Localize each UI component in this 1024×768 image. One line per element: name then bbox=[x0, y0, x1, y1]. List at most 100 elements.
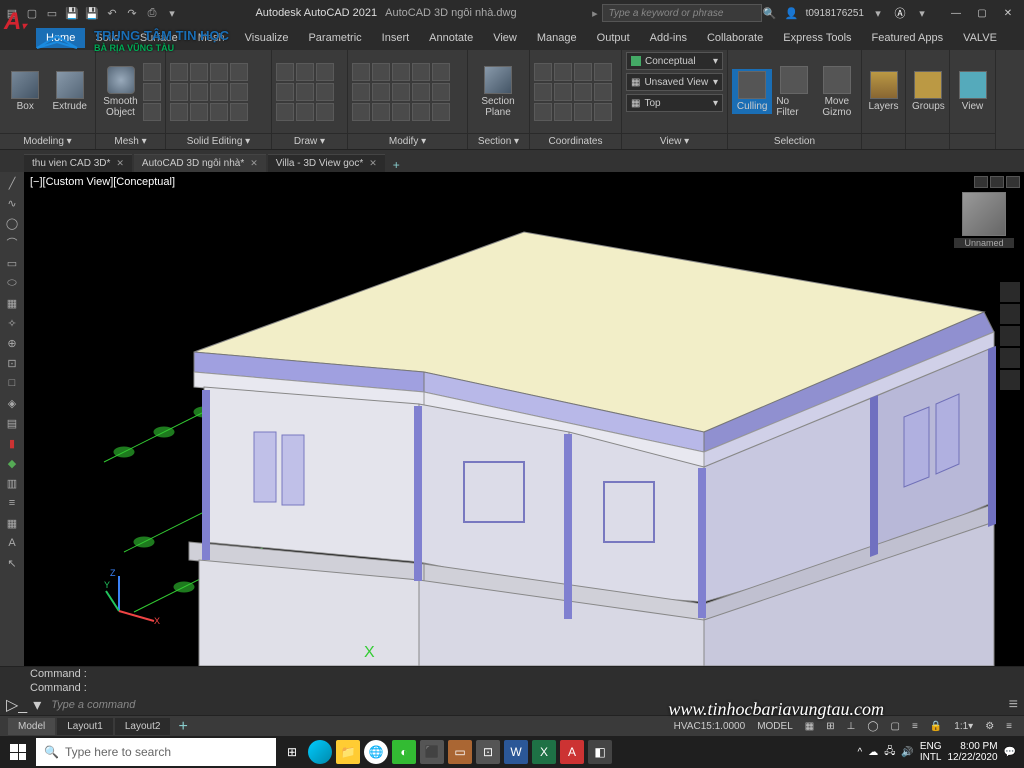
tool-icon[interactable] bbox=[594, 63, 612, 81]
ribbon-tab-valve[interactable]: VALVE bbox=[953, 28, 1007, 48]
document-tab[interactable]: Villa - 3D View goc*✕ bbox=[268, 154, 385, 172]
arc-tool-icon[interactable]: ⌒ bbox=[2, 234, 22, 252]
redo-icon[interactable]: ↷ bbox=[124, 5, 140, 21]
onedrive-icon[interactable]: ☁ bbox=[868, 747, 878, 758]
ribbon-tab-express-tools[interactable]: Express Tools bbox=[773, 28, 861, 48]
app-icon[interactable]: ▭ bbox=[448, 740, 472, 764]
tool-icon[interactable] bbox=[594, 83, 612, 101]
tool-icon[interactable] bbox=[554, 103, 572, 121]
layout-tab-layout1[interactable]: Layout1 bbox=[57, 718, 113, 735]
tool-icon[interactable] bbox=[432, 63, 450, 81]
panel-selection[interactable]: Selection bbox=[728, 133, 861, 149]
tool-icon[interactable] bbox=[230, 83, 248, 101]
cmd-settings-icon[interactable]: ≡ bbox=[1009, 696, 1018, 714]
extrude-button[interactable]: Extrude bbox=[49, 69, 92, 114]
panel-section[interactable]: Section ▾ bbox=[468, 133, 529, 149]
tool-icon[interactable] bbox=[170, 83, 188, 101]
arc-icon[interactable] bbox=[276, 103, 294, 121]
lineweight-toggle-icon[interactable]: ≡ bbox=[908, 721, 922, 732]
view-button[interactable]: View bbox=[954, 69, 991, 114]
app-icon[interactable]: ⊡ bbox=[476, 740, 500, 764]
explorer-icon[interactable]: 📁 bbox=[336, 740, 360, 764]
tool-icon[interactable]: ⊕ bbox=[2, 334, 22, 352]
tab-close-icon[interactable]: ✕ bbox=[116, 158, 124, 169]
save-icon[interactable]: 💾 bbox=[64, 5, 80, 21]
tool-icon[interactable] bbox=[432, 83, 450, 101]
ellipse-tool-icon[interactable]: ⬭ bbox=[2, 274, 22, 292]
line-tool-icon[interactable]: ╱ bbox=[2, 174, 22, 192]
smooth-object-button[interactable]: Smooth Object bbox=[100, 64, 141, 120]
panel-view[interactable]: View ▾ bbox=[622, 133, 727, 149]
tool-icon[interactable] bbox=[534, 103, 552, 121]
tool-icon[interactable] bbox=[554, 63, 572, 81]
app-icon[interactable]: ◧ bbox=[588, 740, 612, 764]
panel-draw[interactable]: Draw ▾ bbox=[272, 133, 347, 149]
tab-close-icon[interactable]: ✕ bbox=[250, 158, 258, 169]
help-search[interactable]: Type a keyword or phrase bbox=[602, 4, 762, 22]
ribbon-tab-output[interactable]: Output bbox=[587, 28, 640, 48]
visual-style-dropdown[interactable]: Conceptual▾ bbox=[626, 52, 723, 70]
tool-icon[interactable] bbox=[534, 83, 552, 101]
print-icon[interactable]: ⎙ bbox=[144, 5, 160, 21]
tool-icon[interactable] bbox=[316, 63, 334, 81]
panel-modeling[interactable]: Modeling ▾ bbox=[0, 133, 95, 149]
qat-more-icon[interactable]: ▾ bbox=[164, 5, 180, 21]
app-icon[interactable]: ◐ bbox=[392, 740, 416, 764]
panel-modify[interactable]: Modify ▾ bbox=[348, 133, 467, 149]
ribbon-tab-collaborate[interactable]: Collaborate bbox=[697, 28, 773, 48]
language-indicator[interactable]: ENGINTL bbox=[920, 741, 942, 763]
ribbon-tab-view[interactable]: View bbox=[483, 28, 527, 48]
saveas-icon[interactable]: 💾 bbox=[84, 5, 100, 21]
scale-icon[interactable]: 1:1▾ bbox=[950, 721, 977, 732]
tool-icon[interactable] bbox=[392, 103, 410, 121]
tool-icon[interactable]: ▤ bbox=[2, 414, 22, 432]
tool-icon[interactable]: □ bbox=[2, 374, 22, 392]
tool-icon[interactable] bbox=[296, 103, 314, 121]
circle-tool-icon[interactable]: ◯ bbox=[2, 214, 22, 232]
network-icon[interactable]: 🖧 bbox=[884, 744, 895, 761]
volume-icon[interactable]: 🔊 bbox=[901, 747, 913, 758]
tool-icon[interactable] bbox=[296, 63, 314, 81]
groups-button[interactable]: Groups bbox=[910, 69, 947, 114]
ucs-triad[interactable]: Z Y X bbox=[104, 566, 164, 626]
tool-icon[interactable] bbox=[210, 103, 228, 121]
word-icon[interactable]: W bbox=[504, 740, 528, 764]
autocad-logo[interactable]: A▾ bbox=[4, 8, 34, 48]
panel-coordinates[interactable]: Coordinates bbox=[530, 133, 621, 149]
autodesk-icon[interactable]: Ⓐ bbox=[892, 5, 908, 21]
tool-icon[interactable] bbox=[316, 83, 334, 101]
tool-icon[interactable] bbox=[372, 83, 390, 101]
cart-icon[interactable]: ▾ bbox=[870, 5, 886, 21]
tool-icon[interactable] bbox=[372, 103, 390, 121]
tool-icon[interactable] bbox=[170, 63, 188, 81]
tool-icon[interactable] bbox=[230, 103, 248, 121]
maximize-button[interactable]: ▢ bbox=[970, 4, 994, 22]
text-tool-icon[interactable]: A bbox=[2, 534, 22, 552]
box-button[interactable]: Box bbox=[4, 69, 47, 114]
tool-icon[interactable] bbox=[190, 103, 208, 121]
gizmo-button[interactable]: Move Gizmo bbox=[817, 64, 857, 120]
table-tool-icon[interactable]: ▦ bbox=[2, 514, 22, 532]
tool-icon[interactable] bbox=[412, 63, 430, 81]
tool-icon[interactable] bbox=[316, 103, 334, 121]
nofilter-button[interactable]: No Filter bbox=[774, 64, 814, 120]
layers-button[interactable]: Layers bbox=[866, 69, 901, 114]
tab-close-icon[interactable]: ✕ bbox=[369, 158, 377, 169]
tool-icon[interactable]: ◈ bbox=[2, 394, 22, 412]
layout-tab-layout2[interactable]: Layout2 bbox=[115, 718, 171, 735]
drawing-viewport[interactable]: [−][Custom View][Conceptual] Unnamed bbox=[24, 172, 1024, 666]
mesh-icon[interactable] bbox=[143, 63, 161, 81]
document-tab[interactable]: AutoCAD 3D ngôi nhà*✕ bbox=[134, 154, 266, 172]
notifications-icon[interactable]: 💬 bbox=[1004, 747, 1016, 758]
layout-tab-model[interactable]: Model bbox=[8, 718, 55, 735]
help-icon[interactable]: ▾ bbox=[914, 5, 930, 21]
tool-icon[interactable] bbox=[412, 103, 430, 121]
tool-icon[interactable]: ▥ bbox=[2, 474, 22, 492]
panel-solid-editing[interactable]: Solid Editing ▾ bbox=[166, 133, 271, 149]
mesh-icon[interactable] bbox=[143, 83, 161, 101]
ucs-icon[interactable] bbox=[534, 63, 552, 81]
tool-icon[interactable] bbox=[372, 63, 390, 81]
chrome-icon[interactable]: 🌐 bbox=[364, 740, 388, 764]
tool-icon[interactable] bbox=[392, 63, 410, 81]
undo-icon[interactable]: ↶ bbox=[104, 5, 120, 21]
